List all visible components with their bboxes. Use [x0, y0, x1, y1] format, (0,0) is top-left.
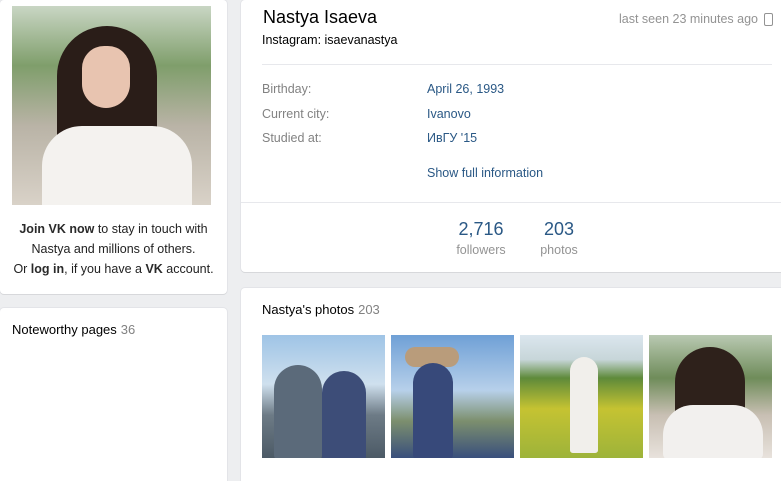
photo-thumb-2[interactable]: [391, 335, 514, 458]
join-text-2: Nastya and millions of others.: [31, 242, 196, 256]
photos-count: 203: [543, 219, 575, 239]
figure: [274, 365, 322, 458]
university-link[interactable]: ИвГУ '15: [427, 131, 477, 145]
photos-label: photos: [540, 243, 578, 257]
info-label: Studied at:: [262, 131, 322, 145]
photos-title: Nastya's photos: [262, 302, 355, 317]
last-seen-text: last seen 23 minutes ago: [619, 12, 758, 26]
avatar-card: Join VK now to stay in touch with Nastya…: [0, 0, 227, 294]
info-label: Birthday:: [262, 82, 312, 96]
join-vk-link[interactable]: Join VK now: [19, 222, 94, 236]
figure: [570, 357, 598, 453]
join-text-3: , if you have a: [64, 262, 146, 276]
info-row-city: Current city: Ivanovo: [262, 107, 772, 127]
followers-counter[interactable]: 2,716 followers: [451, 217, 511, 259]
info-label: Current city:: [262, 107, 330, 121]
login-link[interactable]: log in: [31, 262, 64, 276]
avatar-face: [82, 46, 130, 108]
info-row-birthday: Birthday: April 26, 1993: [262, 82, 772, 102]
photo-thumb-1[interactable]: [262, 335, 385, 458]
noteworthy-pages-header[interactable]: Noteworthy pages 36: [12, 322, 135, 337]
birthday-link[interactable]: April 26, 1993: [427, 82, 504, 96]
avatar-shirt: [42, 126, 192, 205]
figure: [322, 371, 366, 458]
profile-name: Nastya Isaeva: [263, 7, 378, 27]
photos-card: Nastya's photos 203: [241, 288, 781, 481]
counters-divider: [241, 202, 781, 203]
followers-count: 2,716: [458, 219, 504, 239]
photos-total: 203: [358, 302, 380, 317]
photos-counter[interactable]: 203 photos: [529, 217, 589, 259]
header-divider: [262, 64, 772, 65]
info-row-studied: Studied at: ИвГУ '15: [262, 131, 772, 151]
photo-thumb-3[interactable]: [520, 335, 643, 458]
phone-icon: [764, 13, 773, 26]
noteworthy-title: Noteworthy pages: [12, 322, 117, 337]
join-text-or: Or: [13, 262, 31, 276]
noteworthy-pages-card: Noteworthy pages 36: [0, 308, 227, 481]
followers-label: followers: [456, 243, 506, 257]
profile-status: Instagram: isaevanastya: [262, 33, 398, 47]
photo-thumb-4[interactable]: [649, 335, 772, 458]
join-text-4: account.: [162, 262, 214, 276]
vk-word: VK: [145, 262, 163, 276]
noteworthy-count: 36: [120, 322, 136, 337]
profile-info-card: Nastya Isaeva Instagram: isaevanastya la…: [241, 0, 781, 272]
show-full-info-link[interactable]: Show full information: [427, 166, 543, 180]
figure: [413, 363, 453, 458]
figure-shirt: [663, 405, 763, 458]
profile-avatar[interactable]: [12, 6, 211, 205]
city-link[interactable]: Ivanovo: [427, 107, 471, 121]
photos-header[interactable]: Nastya's photos 203: [262, 302, 380, 317]
join-prompt: Join VK now to stay in touch with Nastya…: [0, 219, 227, 279]
join-text-1: to stay in touch with: [94, 222, 208, 236]
